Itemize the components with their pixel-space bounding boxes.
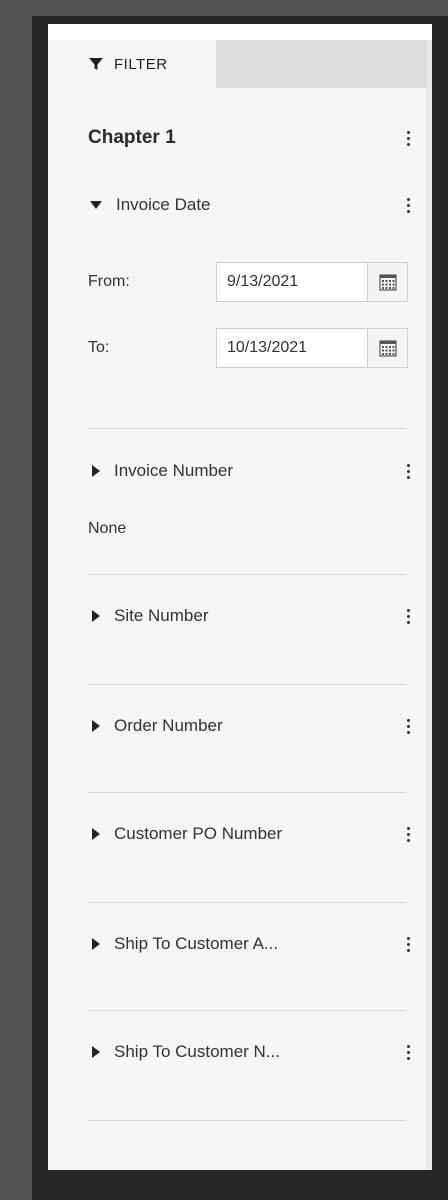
divider [88, 428, 406, 429]
divider [88, 574, 406, 575]
filter-funnel-icon [88, 56, 104, 72]
divider [88, 684, 406, 685]
invoice-number-more-options-icon[interactable] [398, 459, 418, 483]
divider [88, 902, 406, 903]
caret-right-icon [92, 720, 100, 732]
filter-section-invoice-number: Invoice Number [88, 456, 418, 486]
to-date-input[interactable] [217, 329, 367, 367]
invoice-date-more-options-icon[interactable] [398, 193, 418, 217]
order-number-label: Order Number [114, 716, 223, 735]
to-label: To: [88, 339, 110, 356]
divider [88, 792, 406, 793]
tab-empty-area [216, 40, 432, 88]
to-date-field [216, 328, 408, 368]
filter-panel-body: FILTER Chapter 1 Invoice Date From: 9/13… [48, 40, 432, 1170]
ship-to-customer-n-more-options-icon[interactable] [398, 1040, 418, 1064]
tab-filter[interactable]: FILTER [48, 40, 216, 88]
ship-to-customer-a-more-options-icon[interactable] [398, 932, 418, 956]
filter-section-customer-po-number: Customer PO Number [88, 819, 418, 849]
caret-right-icon [92, 610, 100, 622]
filter-section-site-number: Site Number [88, 601, 418, 631]
caret-right-icon [92, 828, 100, 840]
site-number-label: Site Number [114, 606, 209, 625]
filter-panel: FILTER Chapter 1 Invoice Date From: 9/13… [48, 24, 432, 1170]
from-date-input[interactable] [217, 263, 367, 301]
customer-po-number-more-options-icon[interactable] [398, 822, 418, 846]
chapter-header: Chapter 1 [88, 126, 418, 150]
customer-po-number-label: Customer PO Number [114, 824, 283, 843]
from-date-row: From: [88, 262, 408, 302]
invoice-date-header[interactable]: Invoice Date [88, 190, 418, 220]
caret-down-icon [90, 201, 102, 209]
from-date-field [216, 262, 408, 302]
tab-filter-label: FILTER [114, 55, 168, 73]
chapter-more-options-icon[interactable] [398, 126, 418, 150]
divider [88, 1120, 406, 1121]
caret-right-icon [92, 465, 100, 477]
site-number-header[interactable]: Site Number [88, 601, 418, 631]
customer-po-number-header[interactable]: Customer PO Number [88, 819, 418, 849]
filter-section-ship-to-customer-n: Ship To Customer N... [88, 1037, 418, 1067]
divider [88, 1010, 406, 1011]
window-frame: FILTER Chapter 1 Invoice Date From: 9/13… [0, 0, 448, 1200]
panel-scroll-edge [426, 40, 432, 1170]
ship-to-customer-a-header[interactable]: Ship To Customer A... [88, 929, 418, 959]
caret-right-icon [92, 938, 100, 950]
ship-to-customer-a-label: Ship To Customer A... [114, 934, 279, 953]
order-number-header[interactable]: Order Number [88, 711, 418, 741]
calendar-icon[interactable] [367, 329, 407, 367]
calendar-icon[interactable] [367, 263, 407, 301]
filter-section-ship-to-customer-a: Ship To Customer A... [88, 929, 418, 959]
site-number-more-options-icon[interactable] [398, 604, 418, 628]
filter-section-order-number: Order Number [88, 711, 418, 741]
invoice-date-label: Invoice Date [116, 195, 211, 214]
filter-section-invoice-date: Invoice Date [88, 190, 418, 220]
invoice-number-header[interactable]: Invoice Number [88, 456, 418, 486]
caret-right-icon [92, 1046, 100, 1058]
invoice-number-label: Invoice Number [114, 461, 234, 480]
ship-to-customer-n-label: Ship To Customer N... [114, 1042, 280, 1061]
from-label: From: [88, 273, 130, 290]
chapter-title: Chapter 1 [88, 127, 176, 148]
filter-tabbar: FILTER [48, 40, 432, 88]
to-date-row: To: [88, 328, 408, 368]
ship-to-customer-n-header[interactable]: Ship To Customer N... [88, 1037, 418, 1067]
invoice-number-value: None [88, 520, 127, 537]
order-number-more-options-icon[interactable] [398, 714, 418, 738]
